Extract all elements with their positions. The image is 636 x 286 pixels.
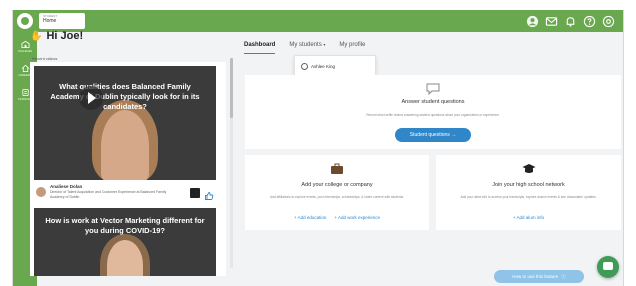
app-logo[interactable] — [17, 13, 33, 29]
tab-label: My students — [289, 42, 322, 48]
scrollbar-thumb[interactable] — [230, 58, 233, 118]
role-select[interactable]: STUDENT Home — [39, 13, 85, 29]
sidebar-item-label: COLLEGES — [17, 49, 33, 53]
feed-scrollbar[interactable] — [230, 58, 233, 268]
wave-hand-icon: ✋ — [30, 30, 43, 42]
video-author: Analiese Dolan — [50, 184, 83, 189]
share-icon[interactable] — [190, 188, 200, 198]
greeting-text: Hi Joe! — [46, 30, 84, 42]
card-description: Add affiliations to explore events, post… — [270, 195, 404, 199]
caret-down-icon: ▾ — [323, 42, 326, 47]
video-author-role: Director of Talent Acquisition and Custo… — [50, 190, 167, 199]
user-icon — [301, 63, 308, 70]
role-select-value: Home — [43, 18, 57, 24]
help-icon: ⓘ — [561, 273, 566, 279]
briefcase-icon — [331, 163, 343, 174]
add-education-link[interactable]: + Add education — [294, 215, 326, 220]
answer-questions-card: Answer student questions Record short se… — [245, 75, 621, 149]
tab-my-students[interactable]: My students ▾ — [289, 42, 325, 54]
card-description: Record short selfie videos answering stu… — [366, 113, 500, 117]
card-links: + Add alum info — [436, 215, 621, 220]
video-card[interactable]: What qualities does Balanced Family Acad… — [34, 66, 216, 180]
card-title: Add your college or company — [301, 182, 373, 188]
video-card[interactable]: How is work at Vector Marketing differen… — [34, 208, 216, 276]
chat-launcher-button[interactable] — [597, 256, 619, 278]
play-button[interactable] — [79, 86, 103, 110]
student-name: Ashlee King — [311, 64, 336, 69]
tab-dashboard[interactable]: Dashboard — [244, 42, 276, 54]
graduation-cap-icon — [522, 164, 535, 173]
settings-icon[interactable] — [601, 14, 615, 28]
card-links: + Add education + Add work experience — [245, 215, 429, 220]
avatar — [36, 187, 46, 197]
high-school-card: Join your high school network Add your a… — [436, 155, 621, 230]
video-person — [101, 110, 149, 180]
mail-icon[interactable] — [544, 14, 558, 28]
chat-bubble-icon — [426, 83, 440, 95]
tab-my-profile[interactable]: My profile — [339, 42, 365, 54]
school-icon — [20, 40, 30, 48]
add-work-experience-link[interactable]: + Add work experience — [334, 215, 380, 220]
help-icon[interactable] — [582, 14, 596, 28]
home-icon — [21, 64, 29, 72]
student-item[interactable]: Ashlee King — [301, 63, 335, 70]
bell-icon[interactable] — [563, 14, 577, 28]
avatar-icon[interactable] — [525, 14, 539, 28]
like-icon[interactable] — [204, 188, 214, 200]
how-to-use-label: How to use this feature — [512, 274, 559, 279]
video-meta: Analiese Dolan Director of Talent Acquis… — [34, 182, 216, 206]
finance-icon — [21, 88, 29, 96]
card-title: Answer student questions — [401, 99, 465, 105]
student-questions-button[interactable]: Student questions → — [395, 128, 471, 142]
greeting: ✋ Hi Joe! — [30, 30, 83, 42]
video-title: What qualities does Balanced Family Acad… — [50, 82, 200, 111]
top-icons — [525, 14, 615, 28]
add-alum-info-link[interactable]: + Add alum info — [513, 215, 544, 220]
how-to-use-button[interactable]: How to use this feature ⓘ — [494, 270, 584, 283]
recent-videos-label: Recent videos — [32, 56, 58, 61]
video-title: How is work at Vector Marketing differen… — [45, 216, 205, 235]
college-company-card: Add your college or company Add affiliat… — [245, 155, 429, 230]
card-title: Join your high school network — [492, 182, 565, 188]
card-description: Add your alma info to access your transc… — [460, 195, 597, 199]
tab-bar: Dashboard My students ▾ My profile — [244, 42, 365, 54]
top-bar: STUDENT Home — [13, 10, 623, 32]
